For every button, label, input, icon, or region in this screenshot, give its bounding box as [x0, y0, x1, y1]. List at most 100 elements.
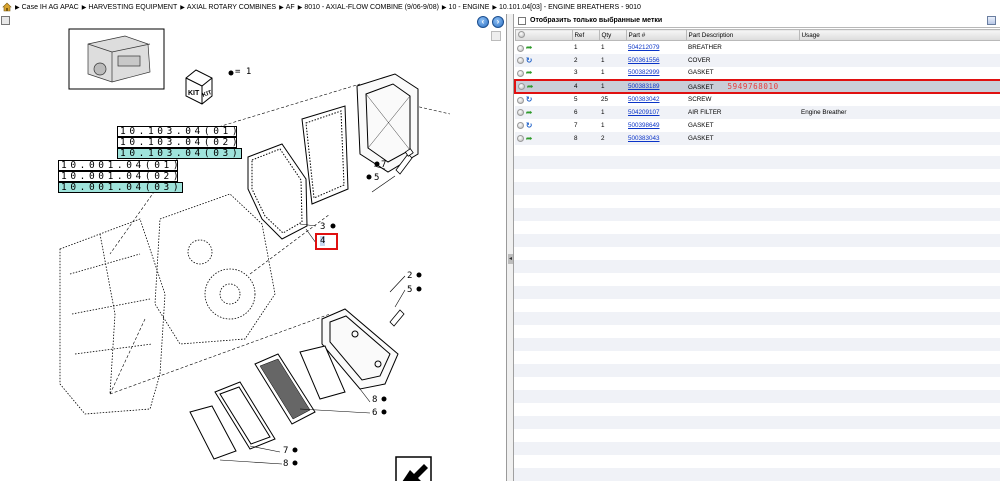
breadcrumb-item-engine[interactable]: 10 - ENGINE — [449, 4, 490, 11]
table-row[interactable]: ➦ 1 1 504212079 BREATHER — [515, 40, 1000, 54]
cell-usage — [799, 93, 1000, 106]
table-row[interactable]: ↻ 5 25 500383042 SCREW — [515, 92, 1000, 106]
part-number-link[interactable]: 504209107 — [628, 109, 660, 116]
column-header-usage[interactable]: Usage — [798, 29, 1000, 41]
breadcrumb-item-af[interactable]: AF — [286, 4, 295, 11]
callout-7[interactable]: 7 — [381, 160, 386, 170]
add-to-cart-icon[interactable]: ➦ — [526, 108, 533, 117]
part-number-link[interactable]: 504212079 — [628, 44, 660, 51]
select-all-header[interactable] — [514, 29, 573, 41]
timing-housing — [154, 193, 276, 345]
callout-7-lower[interactable]: 7 — [283, 446, 288, 456]
breadcrumb-item-model[interactable]: 8010 - AXIAL-FLOW COMBINE (9/06-9/08) — [304, 4, 439, 11]
add-to-cart-icon[interactable]: ➦ — [526, 134, 533, 143]
breadcrumb-item-case-ih[interactable]: Case IH AG APAC — [22, 4, 79, 11]
breadcrumb-separator-icon: ▶ — [279, 4, 284, 11]
breadcrumb-separator-icon: ▶ — [441, 4, 447, 11]
row-select-icon[interactable] — [517, 109, 524, 117]
ref-link-10-001-04-03[interactable]: 10.001.04(03) — [58, 182, 183, 193]
breadcrumb-separator-icon: ▶ — [180, 4, 185, 11]
cell-usage — [799, 67, 1000, 80]
column-header-description[interactable]: Part Description — [685, 29, 800, 41]
column-header-qty[interactable]: Qty — [598, 29, 627, 41]
callout-5-lower[interactable]: 5 — [407, 285, 412, 295]
cell-ref: 6 — [574, 108, 578, 116]
cell-ref: 3 — [574, 69, 578, 76]
row-select-icon[interactable] — [517, 96, 524, 104]
column-header-ref[interactable]: Ref — [571, 29, 600, 41]
callout-6[interactable]: 6 — [372, 408, 377, 418]
cell-description: AIR FILTER — [688, 108, 722, 116]
exploded-parts-diagram: KIT KIT — [59, 28, 451, 481]
export-icon[interactable] — [987, 16, 996, 25]
diagram-options-icon[interactable] — [1, 16, 10, 25]
part-number-link[interactable]: 500361556 — [628, 57, 660, 64]
part-number-link[interactable]: 500383043 — [628, 135, 660, 142]
ref-link-10-103-04-01[interactable]: 10.103.04(01) — [117, 126, 238, 137]
table-row-selected[interactable]: ➦ 4 1 500383189 GASKET 5949768010 — [514, 78, 1000, 94]
cell-description: GASKET — [688, 69, 714, 76]
kit-bullet — [228, 70, 234, 76]
table-row[interactable]: ↻ 2 1 500361556 COVER — [515, 53, 1000, 67]
back-icon[interactable]: ‹ — [477, 16, 489, 28]
parts-list-pane: Отобразить только выбранные метки Ref Qt… — [514, 14, 1000, 481]
breadcrumb-separator-icon: ▶ — [15, 4, 20, 11]
callout-2[interactable]: 2 — [407, 271, 412, 281]
cell-qty: 1 — [601, 121, 605, 129]
row-select-icon[interactable] — [517, 44, 524, 52]
cell-description: SCREW — [688, 96, 712, 103]
select-all-icon[interactable] — [517, 31, 525, 39]
callout-8[interactable]: 8 — [372, 395, 377, 405]
part-number-link[interactable]: 500382999 — [628, 69, 660, 76]
add-to-cart-icon[interactable]: ➦ — [527, 82, 534, 91]
add-to-cart-icon[interactable]: ➦ — [526, 43, 533, 52]
table-row[interactable]: ➦ 8 2 500383043 GASKET — [515, 131, 1000, 145]
cell-description-text: GASKET — [688, 83, 714, 91]
row-select-icon[interactable] — [517, 135, 524, 143]
cell-usage — [799, 132, 1000, 145]
cell-ref: 1 — [574, 43, 578, 51]
cell-usage — [799, 41, 1000, 54]
column-header-part-number[interactable]: Part # — [625, 29, 687, 41]
cell-description: GASKET 5949768010 — [686, 78, 799, 94]
callout-8-lower[interactable]: 8 — [283, 459, 288, 469]
cell-ref: 7 — [574, 121, 578, 129]
row-select-icon[interactable] — [517, 57, 524, 65]
diagram-zoom-icon[interactable] — [491, 31, 501, 41]
row-select-icon[interactable] — [517, 69, 524, 77]
home-icon[interactable] — [2, 2, 12, 12]
show-selected-only-checkbox[interactable] — [518, 16, 526, 25]
row-select-icon[interactable] — [517, 122, 524, 130]
pane-splitter[interactable]: ◂ — [507, 14, 514, 481]
cell-ref: 2 — [574, 56, 578, 64]
callout-5[interactable]: 5 — [374, 173, 379, 183]
part-number-link[interactable]: 500383042 — [628, 96, 660, 103]
breadcrumb-item-harvesting[interactable]: HARVESTING EQUIPMENT — [88, 4, 177, 11]
ref-link-10-001-04-01[interactable]: 10.001.04(01) — [58, 160, 179, 171]
ref-link-10-103-04-02[interactable]: 10.103.04(02) — [117, 137, 238, 148]
table-row[interactable]: ➦ 3 1 500382999 GASKET — [515, 66, 1000, 80]
svg-text:KIT: KIT — [188, 90, 200, 97]
table-row[interactable]: ↻ 7 1 500398649 GASKET — [515, 118, 1000, 132]
cell-ref: 4 — [572, 78, 599, 94]
ref-link-10-103-04-03[interactable]: 10.103.04(03) — [117, 148, 242, 159]
cell-usage: Engine Breather — [801, 108, 847, 116]
splitter-grip-icon[interactable]: ◂ — [508, 254, 513, 264]
forward-icon[interactable]: › — [492, 16, 504, 28]
breadcrumb-item-axial-rotary[interactable]: AXIAL ROTARY COMBINES — [187, 4, 276, 11]
replace-icon[interactable]: ↻ — [526, 56, 533, 65]
table-row[interactable]: ➦ 6 1 504209107 AIR FILTER Engine Breath… — [515, 105, 1000, 119]
row-select-icon[interactable] — [518, 83, 525, 91]
ref-link-10-001-04-02[interactable]: 10.001.04(02) — [58, 171, 179, 182]
cell-qty: 1 — [599, 78, 626, 94]
callout-3[interactable]: 3 — [320, 222, 325, 232]
breadcrumb-separator-icon: ▶ — [81, 4, 87, 11]
replace-icon[interactable]: ↻ — [526, 95, 533, 104]
part-number-link[interactable]: 500383189 — [628, 83, 660, 90]
parts-table: Ref Qty Part # Part Description Usage ➦ … — [514, 29, 1000, 145]
part-number-link[interactable]: 500398649 — [628, 122, 660, 129]
cell-qty: 2 — [601, 134, 605, 142]
breadcrumb: ▶ Case IH AG APAC ▶ HARVESTING EQUIPMENT… — [0, 0, 1000, 14]
replace-icon[interactable]: ↻ — [526, 121, 533, 130]
add-to-cart-icon[interactable]: ➦ — [526, 68, 533, 77]
